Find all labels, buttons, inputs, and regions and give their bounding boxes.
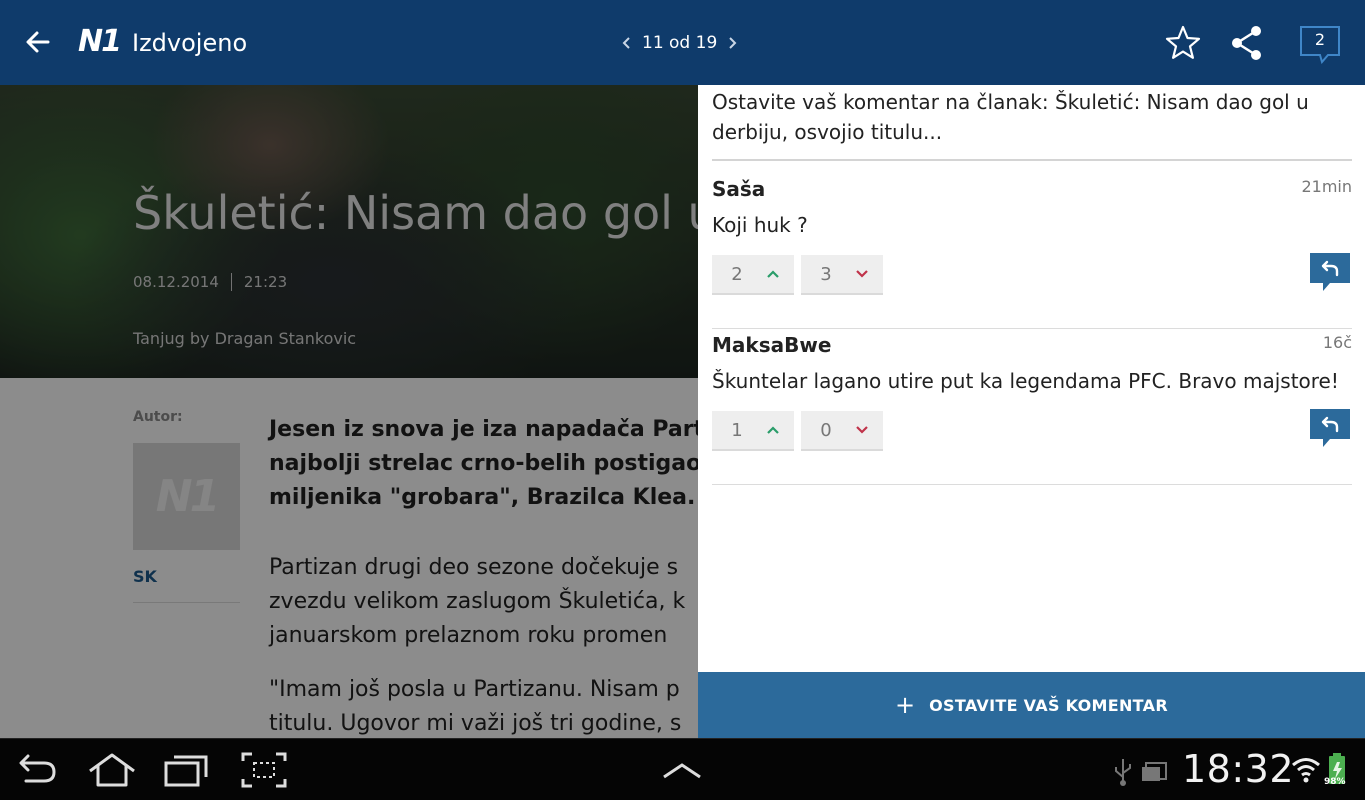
reply-button[interactable]: [1310, 253, 1350, 293]
comment-time: 16č: [1322, 333, 1352, 352]
chevron-down-icon: [851, 420, 873, 440]
downvote-count: 3: [820, 263, 832, 285]
next-article-button[interactable]: [725, 30, 739, 56]
downvote-button[interactable]: 0: [801, 411, 883, 451]
chevron-right-icon: [729, 37, 737, 49]
battery-level: 98%: [1324, 777, 1346, 787]
pager-position: 11 od 19: [642, 33, 718, 53]
wifi-icon: [1290, 751, 1322, 789]
comment-item: Saša 21min Koji huk ? 2 3: [712, 173, 1352, 329]
system-screenshot-button[interactable]: [240, 751, 288, 789]
reply-icon: [1310, 253, 1350, 291]
share-button[interactable]: [1226, 22, 1268, 64]
n1-logo[interactable]: N1: [78, 24, 122, 60]
back-button[interactable]: [18, 22, 58, 62]
system-navigation-bar: 18:32 98%: [0, 738, 1365, 800]
comments-button[interactable]: 2: [1298, 24, 1342, 65]
chevron-left-icon: [622, 37, 630, 49]
upvote-button[interactable]: 2: [712, 255, 794, 295]
add-comment-button[interactable]: + OSTAVITE VAŠ KOMENTAR: [698, 672, 1365, 738]
arrow-left-icon: [26, 31, 50, 53]
comment-time: 21min: [1301, 177, 1352, 196]
system-back-button[interactable]: [12, 751, 60, 789]
chevron-down-icon: [851, 264, 873, 284]
downvote-button[interactable]: 3: [801, 255, 883, 295]
reply-icon: [1310, 409, 1350, 447]
system-menu-button[interactable]: [658, 751, 706, 789]
back-icon: [19, 754, 56, 783]
dim-overlay[interactable]: [0, 85, 698, 738]
star-icon: [1165, 25, 1201, 59]
downvote-count: 0: [820, 419, 832, 441]
article-pager: 11 od 19: [620, 30, 739, 56]
comment-text: Koji huk ?: [712, 213, 808, 237]
chevron-up-icon: [762, 264, 784, 284]
battery-icon: 98%: [1324, 751, 1358, 789]
system-home-button[interactable]: [86, 751, 135, 789]
section-title: Izdvojeno: [132, 29, 248, 57]
system-recents-button[interactable]: [162, 751, 210, 789]
upvote-count: 2: [731, 263, 743, 285]
home-icon: [89, 753, 135, 787]
gallery-notification-icon: [1140, 751, 1170, 789]
add-comment-label: OSTAVITE VAŠ KOMENTAR: [929, 695, 1168, 715]
comment-text: Škuntelar lagano utire put ka legendama …: [712, 369, 1339, 393]
chevron-up-icon: [762, 420, 784, 440]
screenshot-icon: [241, 752, 287, 788]
divider: [712, 159, 1352, 161]
upvote-count: 1: [731, 419, 743, 441]
usb-icon: [1110, 751, 1136, 789]
recent-apps-icon: [164, 755, 208, 787]
chevron-up-icon: [663, 763, 701, 779]
comment-author: Saša: [712, 177, 766, 201]
previous-article-button[interactable]: [620, 30, 634, 56]
comments-panel: Ostavite vaš komentar na članak: Škuleti…: [698, 85, 1365, 738]
comment-count: 2: [1314, 30, 1326, 49]
reply-button[interactable]: [1310, 409, 1350, 449]
comment-item: MaksaBwe 16č Škuntelar lagano utire put …: [712, 329, 1352, 485]
app-toolbar: N1 Izdvojeno 11 od 19 2: [0, 0, 1365, 85]
upvote-button[interactable]: 1: [712, 411, 794, 451]
comments-heading: Ostavite vaš komentar na članak: Škuleti…: [712, 90, 1309, 144]
share-icon: [1232, 26, 1261, 60]
favorite-button[interactable]: [1162, 22, 1204, 64]
comment-author: MaksaBwe: [712, 333, 832, 357]
plus-icon: +: [895, 691, 916, 719]
status-clock: 18:32: [1182, 747, 1295, 791]
